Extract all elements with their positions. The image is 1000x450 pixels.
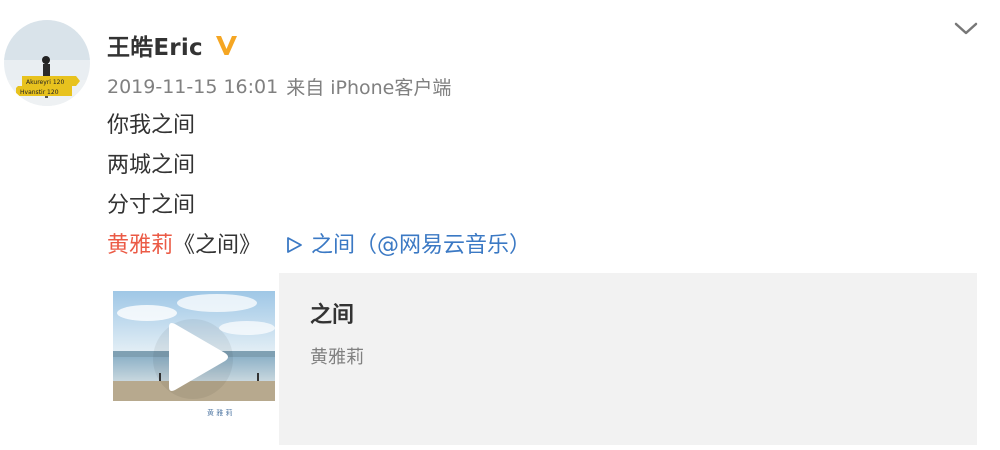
artist-link[interactable]: 黄雅莉 xyxy=(107,233,173,258)
svg-text:Hvanstir 120: Hvanstir 120 xyxy=(20,89,59,96)
post-meta: 2019-11-15 16:01 来自 iPhone客户端 xyxy=(107,73,451,100)
content-line: 两城之间 xyxy=(107,153,196,178)
content-line: 你我之间 xyxy=(107,113,196,138)
post-header: 王皓Eric xyxy=(107,24,240,66)
music-share-line: 黄雅莉《之间》 之间（@网易云音乐） xyxy=(107,226,531,266)
author-name[interactable]: 王皓Eric xyxy=(107,28,203,62)
avatar-image: Akureyri 120 Hvanstir 120 xyxy=(4,20,90,106)
svg-text:Akureyri 120: Akureyri 120 xyxy=(26,79,64,86)
post-source: iPhone客户端 xyxy=(330,77,452,99)
music-card[interactable]: 黄 雅 莉 之间 黄雅莉 xyxy=(107,273,977,445)
cover-artist-text: 黄 雅 莉 xyxy=(207,408,232,417)
song-title-text: 《之间》 xyxy=(173,233,262,258)
chevron-down-icon[interactable] xyxy=(950,18,982,40)
play-link-label: 之间（@网易云音乐） xyxy=(311,233,532,258)
avatar[interactable]: Akureyri 120 Hvanstir 120 xyxy=(4,20,90,106)
post-content: 你我之间 两城之间 分寸之间 黄雅莉《之间》 之间（@网易云音乐） xyxy=(107,106,531,266)
album-cover[interactable]: 黄 雅 莉 xyxy=(107,273,279,445)
play-triangle-icon xyxy=(285,228,303,253)
card-artist-name: 黄雅莉 xyxy=(310,347,364,368)
source-prefix: 来自 xyxy=(286,77,325,99)
weibo-post: Akureyri 120 Hvanstir 120 王皓Eric 2019-11… xyxy=(0,0,1000,450)
play-music-link[interactable]: 之间（@网易云音乐） xyxy=(285,233,531,258)
card-song-title: 之间 xyxy=(310,303,355,328)
verified-v-icon xyxy=(213,32,240,59)
content-line: 分寸之间 xyxy=(107,193,196,218)
post-timestamp[interactable]: 2019-11-15 16:01 xyxy=(107,76,278,98)
